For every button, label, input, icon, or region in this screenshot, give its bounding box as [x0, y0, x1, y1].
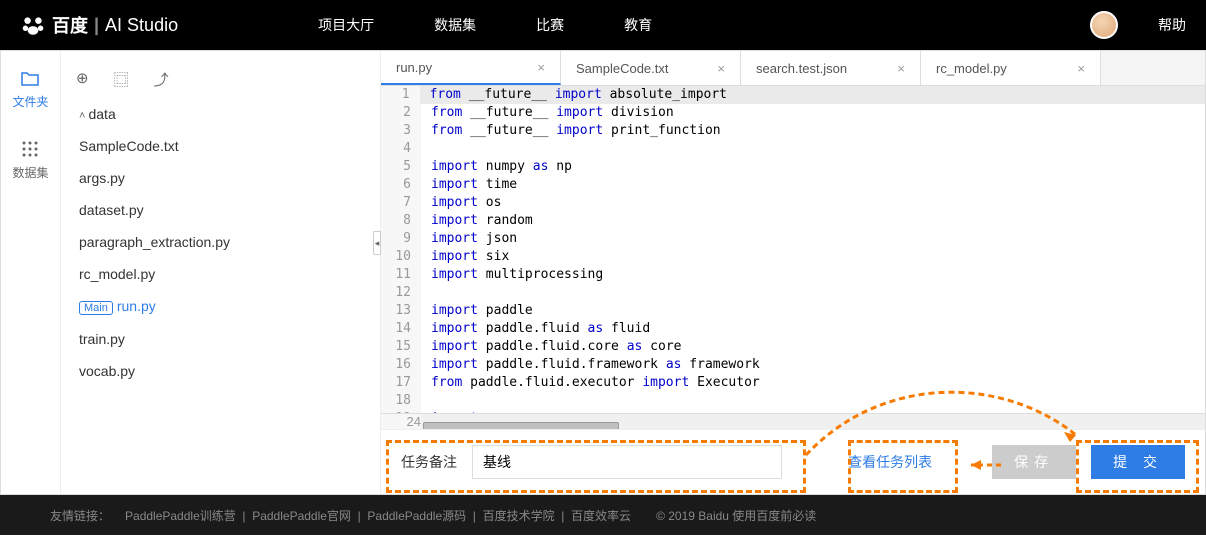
collapse-handle[interactable]: ◂: [373, 231, 381, 255]
new-file-icon[interactable]: ⊕: [76, 69, 89, 90]
footer-link[interactable]: PaddlePaddle源码: [367, 509, 466, 523]
editor-tabs: run.py×SampleCode.txt×search.test.json×r…: [381, 51, 1205, 86]
workspace: 文件夹 数据集 ⊕ ⿴ ⤴ data SampleCode.txtargs.py…: [0, 50, 1206, 495]
file-item[interactable]: paragraph_extraction.py: [61, 226, 380, 258]
horizontal-scrollbar[interactable]: 24: [381, 413, 1205, 429]
editor-tab[interactable]: rc_model.py×: [921, 51, 1101, 85]
new-folder-icon[interactable]: ⿴: [114, 69, 129, 90]
file-item[interactable]: dataset.py: [61, 194, 380, 226]
top-header: 百度 | AI Studio 项目大厅 数据集 比赛 教育 帮助: [0, 0, 1206, 50]
editor-area: ◂ run.py×SampleCode.txt×search.test.json…: [381, 51, 1205, 494]
logo[interactable]: 百度 | AI Studio: [20, 12, 178, 38]
footer-link[interactable]: 百度技术学院: [483, 509, 555, 523]
close-icon[interactable]: ×: [1077, 61, 1085, 76]
nav-help[interactable]: 帮助: [1158, 15, 1186, 35]
upload-icon[interactable]: ⤴: [154, 69, 169, 90]
sidebar-files[interactable]: 文件夹: [12, 71, 48, 110]
footer: 友情链接： PaddlePaddle训练营 | PaddlePaddle官网 |…: [0, 495, 1206, 535]
folder-icon: [20, 71, 40, 87]
brand-en: AI Studio: [105, 15, 178, 36]
file-item[interactable]: SampleCode.txt: [61, 130, 380, 162]
close-icon[interactable]: ×: [537, 60, 545, 75]
nav-competitions[interactable]: 比赛: [536, 15, 564, 35]
code-editor[interactable]: 1from __future__ import absolute_import2…: [381, 86, 1205, 413]
main-nav: 项目大厅 数据集 比赛 教育: [318, 15, 652, 35]
footer-copyright: © 2019 Baidu 使用百度前必读: [656, 507, 816, 524]
footer-link[interactable]: PaddlePaddle训练营: [125, 509, 236, 523]
task-note-label: 任务备注: [401, 452, 457, 472]
sidebar-datasets[interactable]: 数据集: [12, 140, 48, 181]
editor-tab[interactable]: run.py×: [381, 51, 561, 85]
submit-button[interactable]: 提 交: [1091, 445, 1185, 479]
file-item[interactable]: train.py: [61, 323, 380, 355]
grid-icon: [21, 140, 39, 158]
file-panel: ⊕ ⿴ ⤴ data SampleCode.txtargs.pydataset.…: [61, 51, 381, 494]
file-item[interactable]: vocab.py: [61, 355, 380, 387]
file-item[interactable]: rc_model.py: [61, 258, 380, 290]
save-button[interactable]: 保存: [992, 445, 1076, 479]
file-item[interactable]: Mainrun.py: [61, 290, 380, 323]
close-icon[interactable]: ×: [897, 61, 905, 76]
nav-education[interactable]: 教育: [624, 15, 652, 35]
file-toolbar: ⊕ ⿴ ⤴: [61, 61, 380, 98]
paw-icon: [20, 12, 46, 38]
file-item[interactable]: args.py: [61, 162, 380, 194]
editor-tab[interactable]: search.test.json×: [741, 51, 921, 85]
avatar[interactable]: [1090, 11, 1118, 39]
nav-datasets[interactable]: 数据集: [434, 15, 476, 35]
nav-projects[interactable]: 项目大厅: [318, 15, 374, 35]
brand-cn: 百度: [52, 12, 88, 38]
folder-data[interactable]: data: [61, 98, 380, 130]
sidebar: 文件夹 数据集: [1, 51, 61, 494]
task-bar: 任务备注 查看任务列表 保存 提 交: [381, 429, 1205, 494]
footer-link[interactable]: 百度效率云: [571, 509, 631, 523]
editor-tab[interactable]: SampleCode.txt×: [561, 51, 741, 85]
footer-link[interactable]: PaddlePaddle官网: [252, 509, 351, 523]
view-task-list-link[interactable]: 查看任务列表: [848, 452, 932, 472]
task-note-input[interactable]: [472, 445, 782, 479]
close-icon[interactable]: ×: [717, 61, 725, 76]
footer-label: 友情链接：: [50, 507, 110, 524]
